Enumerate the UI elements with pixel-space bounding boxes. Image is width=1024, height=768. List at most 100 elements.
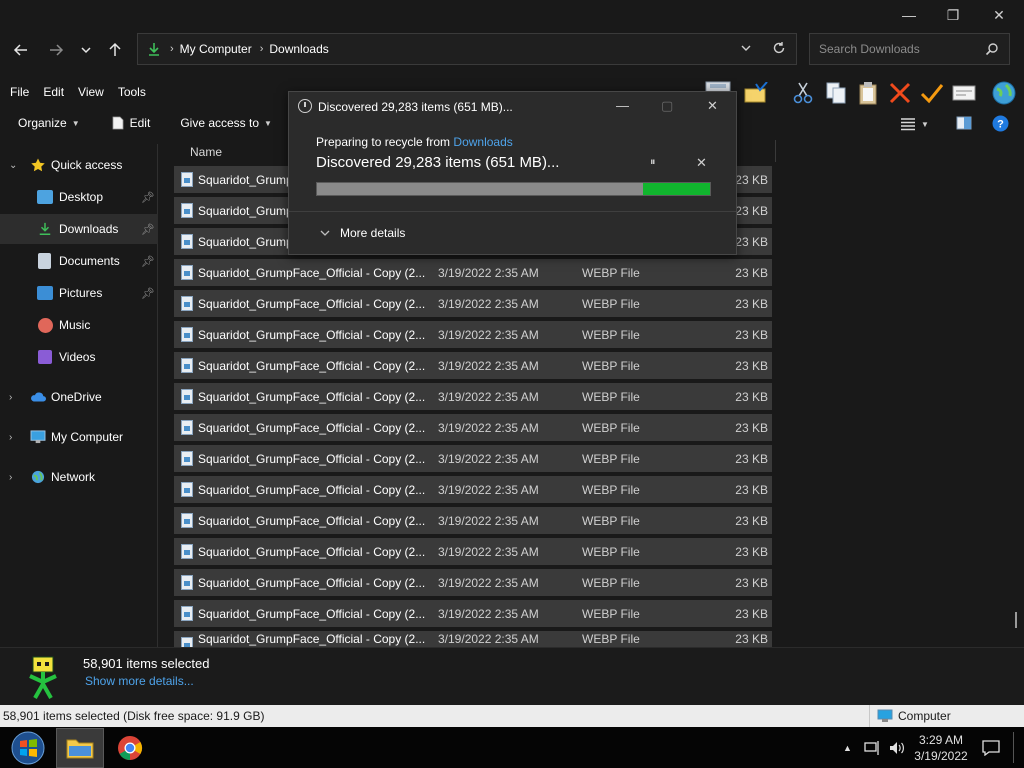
nav-videos[interactable]: Videos — [0, 342, 158, 372]
delete-button[interactable] — [885, 78, 915, 108]
recent-locations-button[interactable] — [72, 36, 100, 64]
scrollbar-thumb[interactable] — [1015, 612, 1017, 628]
mail-button[interactable] — [741, 78, 771, 108]
tray-clock[interactable]: 3:29 AM 3/19/2022 — [914, 727, 968, 768]
clipboard-icon — [859, 82, 877, 105]
nav-my-computer-label: My Computer — [51, 430, 124, 444]
restore-button[interactable]: ❐ — [930, 0, 976, 30]
address-dropdown-button[interactable] — [740, 42, 752, 57]
file-row[interactable]: Squaridot_GrumpFace_Official - Copy (2..… — [174, 321, 772, 348]
file-row[interactable]: Squaridot_GrumpFace_Official - Copy (2..… — [174, 507, 772, 534]
file-name: Squaridot_GrumpFace_Official - Copy (2..… — [198, 482, 426, 497]
file-size: 23 KB — [735, 482, 768, 497]
preview-pane-button[interactable] — [956, 116, 972, 133]
file-row[interactable]: Squaridot_GrumpFace_Official - Copy (2..… — [174, 476, 772, 503]
file-name: Squaridot_GrumpFace_Official - Copy (2..… — [198, 544, 426, 559]
pin-icon[interactable]: 📌︎ — [141, 255, 155, 268]
pin-icon[interactable]: 📌︎ — [141, 223, 155, 236]
pin-icon[interactable]: 📌︎ — [141, 287, 155, 300]
tray-network[interactable] — [864, 727, 882, 768]
tray-overflow-button[interactable]: ▲ — [843, 727, 852, 768]
search-placeholder: Search Downloads — [819, 42, 920, 56]
file-row[interactable]: Squaridot_GrumpFace_Official - Copy (2..… — [174, 259, 772, 286]
copy-button[interactable] — [821, 78, 851, 108]
file-date: 3/19/2022 2:35 AM — [438, 606, 539, 621]
file-row[interactable]: Squaridot_GrumpFace_Official - Copy (2..… — [174, 569, 772, 596]
pause-button[interactable]: ⏸ — [650, 156, 656, 169]
close-button[interactable]: ✕ — [976, 0, 1022, 30]
file-row[interactable]: Squaridot_GrumpFace_Official - Copy (2..… — [174, 414, 772, 441]
pin-icon[interactable]: 📌︎ — [141, 191, 155, 204]
dialog-minimize-button[interactable]: — — [616, 98, 629, 113]
file-row[interactable]: Squaridot_GrumpFace_Official - Copy (2..… — [174, 600, 772, 627]
refresh-button[interactable] — [772, 41, 786, 58]
minimize-button[interactable]: — — [886, 0, 932, 30]
nav-my-computer[interactable]: › My Computer — [0, 422, 158, 452]
globe-icon — [992, 81, 1016, 105]
file-type: WEBP File — [582, 420, 640, 435]
column-header-name[interactable]: Name — [190, 145, 222, 159]
up-button[interactable] — [101, 36, 129, 64]
nav-onedrive[interactable]: › OneDrive — [0, 382, 158, 412]
paste-button[interactable] — [853, 78, 883, 108]
show-desktop-button[interactable] — [1013, 732, 1014, 763]
menu-edit[interactable]: Edit — [43, 85, 64, 99]
file-row[interactable]: Squaridot_GrumpFace_Official - Copy (2..… — [174, 383, 772, 410]
nav-desktop[interactable]: Desktop 📌︎ — [0, 182, 158, 212]
nav-documents-label: Documents — [59, 254, 120, 268]
more-details-label: More details — [340, 226, 406, 240]
dialog-status: Discovered 29,283 items (651 MB)... — [316, 154, 560, 171]
back-button[interactable] — [7, 36, 35, 64]
action-center-button[interactable] — [982, 727, 1000, 768]
search-input[interactable]: Search Downloads — [809, 33, 1010, 65]
edit-button[interactable]: Edit — [112, 116, 150, 130]
nav-documents[interactable]: Documents 📌︎ — [0, 246, 158, 276]
nav-network[interactable]: › Network — [0, 462, 158, 492]
tray-time: 3:29 AM — [918, 732, 964, 747]
up-arrow-icon — [109, 42, 121, 56]
menu-tools[interactable]: Tools — [118, 85, 146, 99]
nav-videos-label: Videos — [59, 350, 96, 364]
menu-view[interactable]: View — [78, 85, 104, 99]
give-access-button[interactable]: Give access to ▼ — [180, 116, 272, 130]
cut-button[interactable] — [788, 78, 818, 108]
show-more-details-link[interactable]: Show more details... — [85, 674, 194, 688]
expand-chevron-icon: › — [9, 431, 13, 443]
view-options-button[interactable]: ▼ — [900, 115, 934, 133]
start-button[interactable] — [2, 728, 54, 768]
file-row[interactable]: Squaridot_GrumpFace_Official - Copy (2..… — [174, 445, 772, 472]
file-row[interactable]: Squaridot_GrumpFace_Official - Copy (2..… — [174, 631, 772, 647]
address-bar[interactable]: › My Computer › Downloads — [137, 33, 797, 65]
properties-check-button[interactable] — [917, 78, 947, 108]
file-row[interactable]: Squaridot_GrumpFace_Official - Copy (2..… — [174, 352, 772, 379]
preparing-source-link[interactable]: Downloads — [453, 135, 512, 149]
dialog-close-button[interactable]: ✕ — [707, 98, 718, 114]
help-button[interactable]: ? — [992, 115, 1009, 135]
more-details-toggle[interactable]: More details — [320, 226, 405, 240]
forward-button[interactable] — [42, 36, 70, 64]
nav-music[interactable]: Music — [0, 310, 158, 340]
file-row[interactable]: Squaridot_GrumpFace_Official - Copy (2..… — [174, 538, 772, 565]
taskbar-chrome[interactable] — [106, 728, 154, 768]
file-name: Squaridot_GrumpFace_Official - Copy (2..… — [198, 358, 426, 373]
menu-file[interactable]: File — [10, 85, 29, 99]
star-icon — [31, 158, 45, 172]
music-icon — [38, 317, 53, 333]
nav-quick-access[interactable]: ⌄ Quick access — [0, 150, 158, 180]
file-row[interactable]: Squaridot_GrumpFace_Official - Copy (2..… — [174, 290, 772, 317]
file-size: 23 KB — [735, 296, 768, 311]
nav-pictures[interactable]: Pictures 📌︎ — [0, 278, 158, 308]
file-size: 23 KB — [735, 327, 768, 342]
taskbar-file-explorer[interactable] — [56, 728, 104, 768]
breadcrumb-my-computer[interactable]: My Computer — [180, 42, 252, 56]
organize-button[interactable]: Organize ▼ — [18, 116, 80, 130]
forward-arrow-icon — [50, 44, 64, 56]
rename-button[interactable] — [949, 78, 979, 108]
nav-downloads[interactable]: Downloads 📌︎ — [0, 214, 158, 244]
file-size: 23 KB — [735, 544, 768, 559]
cancel-button[interactable]: ✕ — [696, 155, 707, 171]
breadcrumb-downloads[interactable]: Downloads — [269, 42, 328, 56]
tray-volume[interactable] — [888, 727, 906, 768]
clock-icon — [298, 99, 312, 113]
internet-options-button[interactable] — [989, 78, 1019, 108]
